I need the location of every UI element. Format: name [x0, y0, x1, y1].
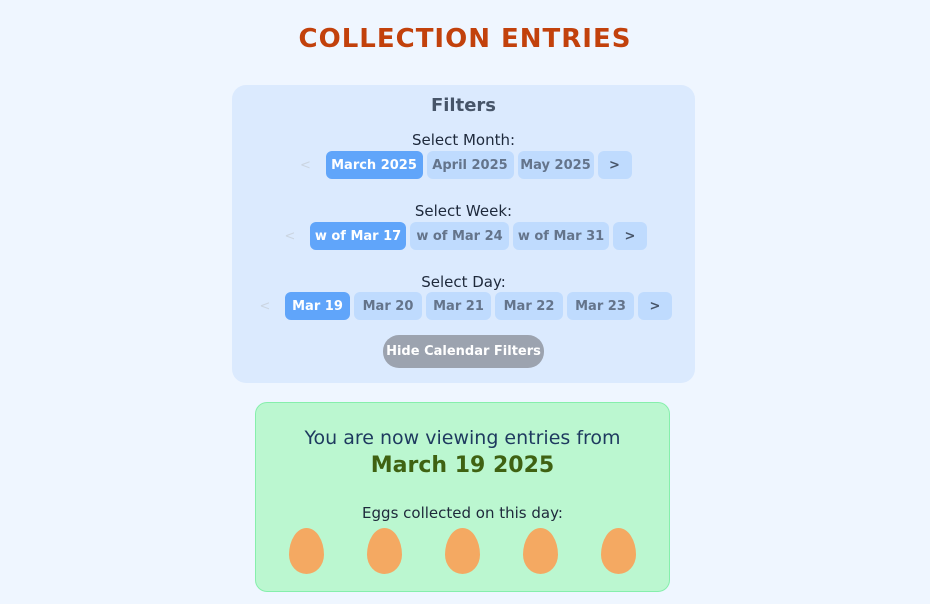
select-week-label: Select Week: — [414, 202, 513, 220]
week-option-mar-24[interactable]: w of Mar 24 — [410, 222, 509, 250]
eggs-collected-label: Eggs collected on this day: — [362, 504, 563, 522]
page-title: COLLECTION ENTRIES — [298, 24, 632, 54]
month-option-april-2025[interactable]: April 2025 — [426, 151, 514, 179]
egg-icon — [289, 528, 324, 574]
day-next-button[interactable]: > — [638, 292, 672, 320]
day-option-mar-20[interactable]: Mar 20 — [354, 292, 422, 320]
select-month-label: Select Month: — [411, 131, 516, 149]
week-selector: < w of Mar 17 w of Mar 24 w of Mar 31 > — [232, 222, 695, 250]
day-option-mar-19[interactable]: Mar 19 — [285, 292, 350, 320]
month-option-may-2025[interactable]: May 2025 — [517, 151, 594, 179]
hide-calendar-filters-button[interactable]: Hide Calendar Filters — [383, 335, 544, 368]
week-prev-button[interactable]: < — [280, 229, 300, 244]
day-option-mar-23[interactable]: Mar 23 — [567, 292, 634, 320]
viewing-panel: You are now viewing entries from March 1… — [255, 402, 670, 592]
week-next-button[interactable]: > — [613, 222, 647, 250]
month-next-button[interactable]: > — [597, 151, 632, 179]
week-option-mar-17[interactable]: w of Mar 17 — [310, 222, 406, 250]
egg-icon — [445, 528, 480, 574]
egg-icon — [523, 528, 558, 574]
week-option-mar-31[interactable]: w of Mar 31 — [513, 222, 609, 250]
month-prev-button[interactable]: < — [296, 158, 316, 173]
filters-heading: Filters — [430, 95, 497, 116]
eggs-row — [256, 528, 669, 574]
month-selector: < March 2025 April 2025 May 2025 > — [232, 151, 695, 179]
select-day-label: Select Day: — [421, 273, 506, 291]
month-option-march-2025[interactable]: March 2025 — [325, 151, 423, 179]
viewing-intro: You are now viewing entries from — [304, 427, 621, 449]
day-option-mar-21[interactable]: Mar 21 — [426, 292, 491, 320]
egg-icon — [367, 528, 402, 574]
day-prev-button[interactable]: < — [255, 299, 275, 314]
day-option-mar-22[interactable]: Mar 22 — [495, 292, 563, 320]
day-selector: < Mar 19 Mar 20 Mar 21 Mar 22 Mar 23 > — [232, 292, 695, 320]
viewing-date: March 19 2025 — [370, 453, 555, 478]
egg-icon — [601, 528, 636, 574]
filters-panel: Filters Select Month: < March 2025 April… — [232, 85, 695, 383]
